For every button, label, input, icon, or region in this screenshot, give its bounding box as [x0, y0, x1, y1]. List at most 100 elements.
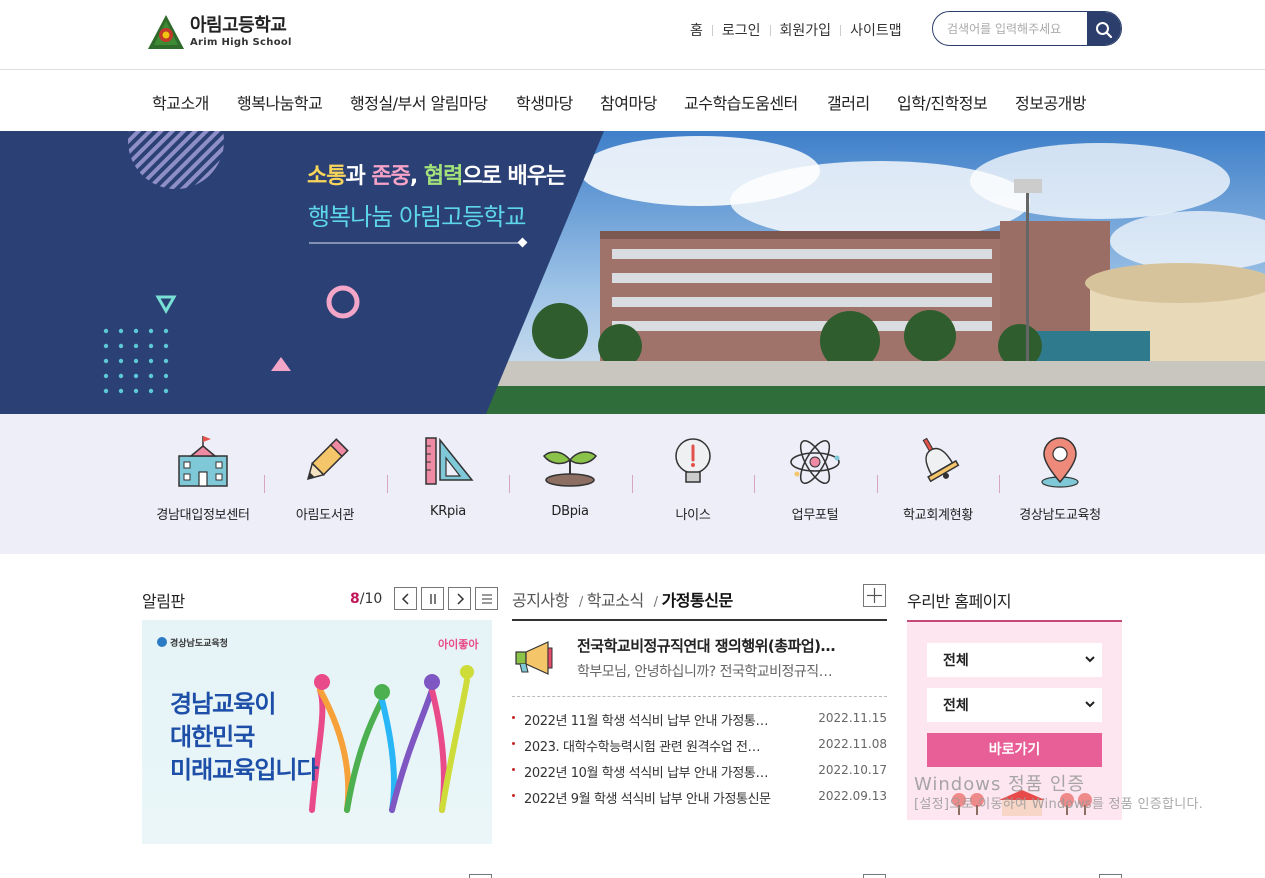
more-button-partial[interactable]: [469, 874, 492, 878]
ruler-triangle-icon: [425, 437, 474, 485]
page-indicator: 8/10: [350, 590, 383, 607]
main-navigation: 학교소개 행복나눔학교 행정실/부서 알림마당 학생마당 참여마당 교수학습도움…: [0, 70, 1265, 131]
bullet-icon: [512, 768, 515, 771]
nav-gallery[interactable]: 갤러리: [827, 90, 870, 114]
logo-english-name: Arim High School: [190, 36, 292, 48]
divider: [769, 24, 771, 36]
school-logo[interactable]: 아림고등학교 Arim High School: [144, 12, 294, 52]
featured-news-title[interactable]: 전국학교비정규직연대 쟁의행위(총파업)…: [577, 635, 836, 656]
banner-brand: 아이좋아: [438, 638, 479, 651]
news-title[interactable]: 2022년 10월 학생 석식비 납부 안내 가정통…: [524, 762, 768, 781]
notice-board-title: 알림판: [142, 592, 185, 611]
tab-notice[interactable]: 공지사항: [512, 587, 569, 611]
chevron-down-icon: [1085, 656, 1095, 663]
search-box: [932, 11, 1122, 46]
search-button[interactable]: [1087, 12, 1121, 45]
news-list: 2022년 11월 학생 석식비 납부 안내 가정통… 2022.11.15 2…: [512, 708, 887, 812]
news-title[interactable]: 2022년 9월 학생 석식비 납부 안내 가정통신문: [524, 788, 771, 807]
list-item[interactable]: 2022년 11월 학생 석식비 납부 안내 가정통… 2022.11.15: [512, 708, 887, 734]
prev-button[interactable]: [394, 587, 418, 610]
quick-link-label: 경남대입정보센터: [156, 508, 250, 523]
class-homepage-title: 우리반 홈페이지: [907, 592, 1012, 611]
more-button-partial[interactable]: [863, 874, 886, 878]
search-input[interactable]: [947, 19, 1087, 39]
class-select[interactable]: 전체: [927, 688, 1102, 722]
quick-link-label: 업무포털: [791, 508, 839, 523]
quick-links-bar: 경남대입정보센터 아림도서관 KRpia DBpia 나이스 업무포털 학교회계…: [0, 414, 1265, 554]
activation-watermark-text: [설정]으로 이동하여 Windows를 정품 인증합니다.: [914, 797, 1204, 812]
banner-slogan: 경남교육이 대한민국 미래교육입니다: [170, 690, 319, 784]
list-all-button[interactable]: [475, 587, 499, 610]
tab-school-news[interactable]: 학교소식: [587, 587, 644, 611]
tab-separator: /: [578, 595, 583, 610]
lightbulb-icon: [675, 438, 711, 483]
quick-link-label: DBpia: [551, 504, 589, 519]
grade-select-value: 전체: [943, 653, 969, 669]
hero-banner: 소통과 존중, 협력으로 배우는 행복나눔 아림고등학교: [0, 131, 1265, 414]
quick-link-dbpia[interactable]: DBpia: [509, 414, 631, 554]
more-button[interactable]: [863, 584, 886, 607]
tab-separator: /: [653, 595, 658, 610]
hero-school-name: 행복나눔 아림고등학교: [308, 203, 526, 231]
utility-links: 홈 로그인 회원가입 사이트맵: [690, 20, 902, 40]
news-date: 2022.11.08: [818, 737, 887, 751]
bullet-icon: [512, 742, 515, 745]
atom-icon: [790, 439, 840, 485]
school-emblem-icon: [144, 13, 188, 51]
go-button[interactable]: 바로가기: [927, 733, 1102, 767]
divider: [512, 619, 887, 621]
chevron-right-icon: [457, 592, 464, 605]
quick-link-label: 나이스: [675, 508, 711, 523]
grade-select[interactable]: 전체: [927, 643, 1102, 677]
logo-korean-name: 아림고등학교: [190, 14, 287, 36]
list-item[interactable]: 2023. 대학수학능력시험 관련 원격수업 전… 2022.11.08: [512, 734, 887, 760]
chevron-down-icon: [1085, 701, 1095, 708]
chevron-left-icon: [401, 592, 409, 605]
tab-family-letter[interactable]: 가정통신문: [662, 587, 734, 611]
nav-admission[interactable]: 입학/진학정보: [897, 90, 988, 114]
banner-org-name: 경상남도교육청: [170, 639, 228, 649]
util-sitemap-link[interactable]: 사이트맵: [850, 20, 902, 40]
school-building-icon: [178, 436, 228, 487]
news-title[interactable]: 2023. 대학수학능력시험 관련 원격수업 전…: [524, 736, 761, 755]
util-signup-link[interactable]: 회원가입: [780, 20, 832, 40]
news-date: 2022.09.13: [818, 789, 887, 803]
list-item[interactable]: 2022년 10월 학생 석식비 납부 안내 가정통… 2022.10.17: [512, 760, 887, 786]
site-header: 아림고등학교 Arim High School 홈 로그인 회원가입 사이트맵: [0, 0, 1265, 70]
pause-button[interactable]: [421, 587, 445, 610]
util-home-link[interactable]: 홈: [690, 20, 703, 40]
news-title[interactable]: 2022년 11월 학생 석식비 납부 안내 가정통…: [524, 710, 768, 729]
quick-link-label: 학교회계현황: [903, 508, 973, 523]
quick-link-gyeongnam-office[interactable]: 경상남도교육청: [999, 414, 1121, 554]
quick-link-neis[interactable]: 나이스: [632, 414, 754, 554]
nav-happy-school[interactable]: 행복나눔학교: [237, 90, 323, 114]
nav-office-notice[interactable]: 행정실/부서 알림마당: [350, 90, 488, 114]
nav-school-intro[interactable]: 학교소개: [152, 90, 209, 114]
nav-info-disclosure[interactable]: 정보공개방: [1015, 90, 1087, 114]
nav-teaching-center[interactable]: 교수학습도움센터: [684, 90, 798, 114]
pause-icon: [430, 593, 436, 604]
more-button-partial[interactable]: [1099, 874, 1122, 878]
sprout-icon: [543, 451, 597, 487]
quick-link-entrance-info[interactable]: 경남대입정보센터: [142, 414, 264, 554]
util-login-link[interactable]: 로그인: [722, 20, 761, 40]
search-icon: [1096, 21, 1113, 38]
nav-participation[interactable]: 참여마당: [600, 90, 657, 114]
quick-link-label: 경상남도교육청: [1019, 508, 1101, 523]
quick-link-label: KRpia: [430, 504, 466, 519]
next-button[interactable]: [448, 587, 472, 610]
quick-link-krpia[interactable]: KRpia: [387, 414, 509, 554]
menu-icon: [481, 594, 492, 603]
quick-link-accounting[interactable]: 학교회계현황: [877, 414, 999, 554]
news-date: 2022.11.15: [818, 711, 887, 725]
quick-link-work-portal[interactable]: 업무포털: [754, 414, 876, 554]
hero-slogan: 소통과 존중, 협력으로 배우는: [307, 164, 566, 189]
quick-link-library[interactable]: 아림도서관: [264, 414, 386, 554]
class-select-value: 전체: [943, 698, 969, 714]
nav-student[interactable]: 학생마당: [516, 90, 573, 114]
notice-banner-image[interactable]: 경상남도교육청 아이좋아 경남교육이 대한민국 미래교육입니다: [142, 620, 492, 844]
featured-news[interactable]: 전국학교비정규직연대 쟁의행위(총파업)… 학부모님, 안녕하십니까? 전국학교…: [512, 632, 887, 690]
activation-watermark-title: Windows 정품 인증: [914, 774, 1086, 795]
map-pin-icon: [1041, 437, 1079, 488]
list-item[interactable]: 2022년 9월 학생 석식비 납부 안내 가정통신문 2022.09.13: [512, 786, 887, 812]
